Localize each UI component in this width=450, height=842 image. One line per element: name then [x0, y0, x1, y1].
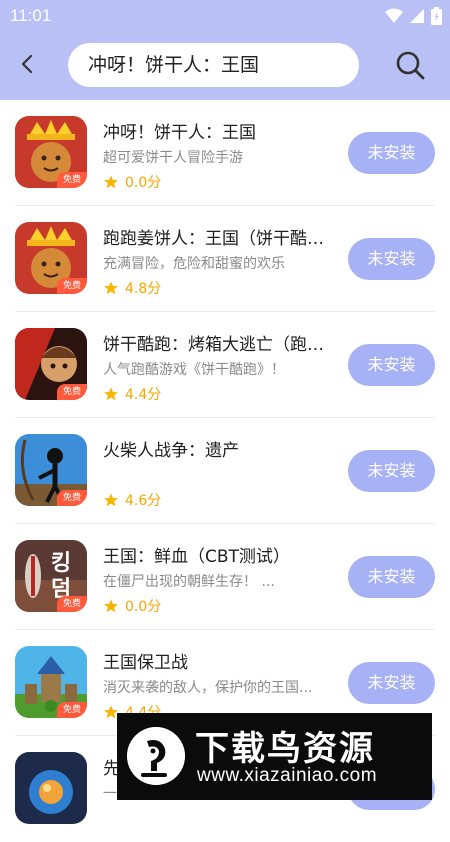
free-badge: 免费	[57, 490, 87, 506]
app-description: 人气跑酷游戏《饼干酷跑》！	[103, 362, 285, 378]
list-item[interactable]: 킹덤 免费 王国：鲜血（CBT测试） 在僵尸出现的朝鲜生存！ ... 0.0分 …	[0, 524, 450, 630]
rating-score: 4.6分	[125, 493, 162, 509]
install-button[interactable]: 未安装	[348, 450, 435, 492]
app-name: 冲呀！饼干人：王国	[103, 123, 256, 143]
app-description: 充满冒险，危险和甜蜜的欢乐	[103, 256, 285, 272]
list-item[interactable]: 免费 饼干酷跑：烤箱大逃亡（跑跑姜饼人） 人气跑酷游戏《饼干酷跑》！ 4.4分 …	[0, 312, 450, 418]
list-item[interactable]: 免费 冲呀！饼干人：王国 超可爱饼干人冒险手游 0.0分 未安装	[0, 100, 450, 206]
free-badge: 免费	[57, 702, 87, 718]
rating-score: 4.8分	[125, 281, 162, 297]
search-input[interactable]: 冲呀！饼干人：王国	[68, 43, 359, 87]
app-name: 饼干酷跑：烤箱大逃亡（跑跑姜饼人）	[103, 335, 328, 355]
cookie-kingdom-icon: 免费	[15, 222, 87, 294]
bird-logo-icon	[127, 727, 185, 785]
signal-icon	[410, 9, 424, 23]
status-bar: 11:01	[0, 0, 450, 32]
app-name: 王国：鲜血（CBT测试）	[103, 547, 290, 567]
kingdom-blood-icon: 킹덤 免费	[15, 540, 87, 612]
rating-score: 0.0分	[125, 175, 162, 191]
app-rating: 4.6分	[103, 490, 161, 510]
rating-score: 0.0分	[125, 599, 162, 615]
back-arrow-icon[interactable]	[14, 50, 42, 78]
free-badge: 免费	[57, 278, 87, 294]
rating-score: 4.4分	[125, 387, 162, 403]
wifi-icon	[385, 8, 403, 23]
watermark-url: www.xiazainiao.com	[197, 765, 378, 786]
star-icon	[104, 281, 118, 295]
star-icon	[104, 599, 118, 613]
app-name: 跑跑姜饼人：王国（饼干酷跑）	[103, 229, 328, 249]
star-icon	[104, 387, 118, 401]
kingdom-rush-icon: 免费	[15, 646, 87, 718]
star-icon	[104, 493, 118, 507]
free-badge: 免费	[57, 596, 87, 612]
install-button[interactable]: 未安装	[348, 662, 435, 704]
install-button[interactable]: 未安装	[348, 556, 435, 598]
star-icon	[104, 175, 118, 189]
cookie-run-icon: 免费	[15, 328, 87, 400]
app-rating: 0.0分	[103, 172, 161, 192]
app-description: 消灭来袭的敌人，保护你的王国...	[103, 680, 313, 696]
status-time: 11:01	[10, 6, 52, 25]
battery-icon	[431, 7, 442, 25]
cookie-kingdom-icon: 免费	[15, 116, 87, 188]
app-description: 在僵尸出现的朝鲜生存！ ...	[103, 574, 275, 590]
app-description: 超可爱饼干人冒险手游	[103, 150, 243, 166]
orb-icon	[15, 752, 87, 824]
list-item[interactable]: 免费 跑跑姜饼人：王国（饼干酷跑） 充满冒险，危险和甜蜜的欢乐 4.8分 未安装	[0, 206, 450, 312]
install-button[interactable]: 未安装	[348, 344, 435, 386]
free-badge: 免费	[57, 384, 87, 400]
search-header: 冲呀！饼干人：王国	[0, 32, 450, 100]
app-name: 火柴人战争：遗产	[103, 441, 239, 461]
watermark-banner: 下载鸟资源 www.xiazainiao.com	[117, 713, 432, 800]
free-badge: 免费	[57, 172, 87, 188]
app-rating: 0.0分	[103, 596, 161, 616]
status-icons	[385, 7, 442, 25]
watermark-title: 下载鸟资源	[195, 729, 375, 769]
list-item[interactable]: 免费 火柴人战争：遗产 4.6分 未安装	[0, 418, 450, 524]
app-rating: 4.8分	[103, 278, 161, 298]
app-name: 王国保卫战	[103, 653, 188, 673]
app-rating: 4.4分	[103, 384, 161, 404]
search-icon[interactable]	[394, 49, 426, 81]
install-button[interactable]: 未安装	[348, 238, 435, 280]
stickman-icon: 免费	[15, 434, 87, 506]
svg-text:킹: 킹	[51, 551, 71, 576]
install-button[interactable]: 未安装	[348, 132, 435, 174]
